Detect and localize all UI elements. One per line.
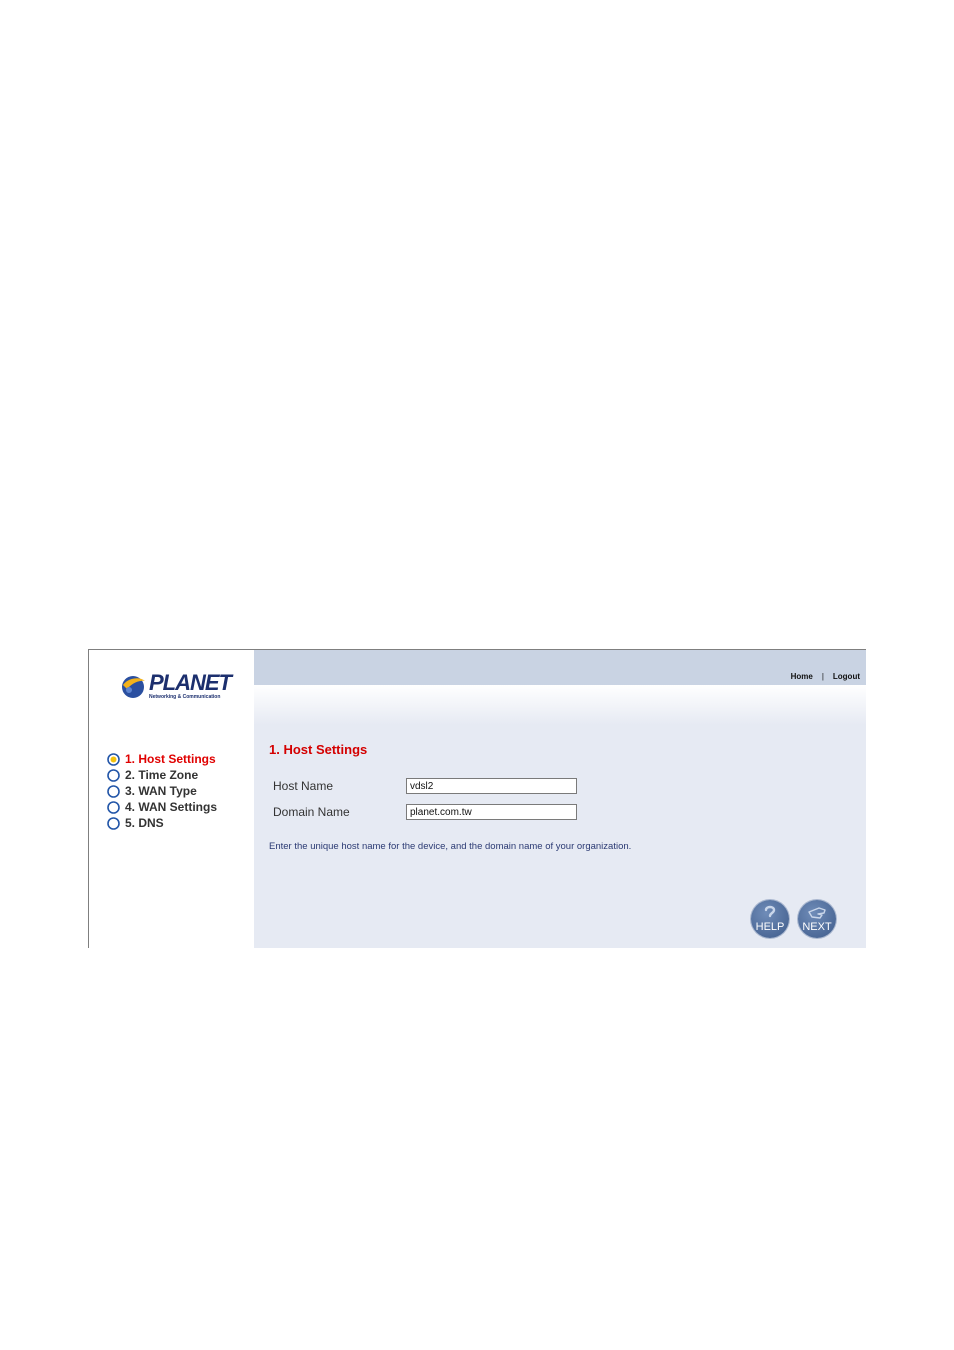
- radio-unselected-icon: [107, 784, 120, 798]
- domain-name-row: Domain Name: [273, 803, 577, 821]
- sidebar: PLANET Networking & Communication 1. Hos…: [89, 650, 254, 948]
- home-link[interactable]: Home: [791, 672, 813, 681]
- radio-unselected-icon: [107, 816, 120, 830]
- step-label: 4. WAN Settings: [125, 800, 218, 814]
- step-wan-settings[interactable]: 4. WAN Settings: [107, 799, 217, 815]
- help-text: Enter the unique host name for the devic…: [269, 841, 632, 852]
- help-button-label: HELP: [755, 921, 785, 933]
- brand-tagline: Networking & Communication: [149, 694, 221, 700]
- step-time-zone[interactable]: 2. Time Zone: [107, 767, 217, 783]
- header-bar: [254, 650, 866, 685]
- wizard-steps: 1. Host Settings 2. Time Zone 3. WAN Typ…: [107, 751, 217, 831]
- radio-unselected-icon: [107, 800, 120, 814]
- pointing-hand-icon: [808, 907, 826, 919]
- step-label: 5. DNS: [125, 816, 164, 830]
- page-title: 1. Host Settings: [269, 742, 368, 757]
- step-label: 3. WAN Type: [125, 784, 197, 798]
- radio-unselected-icon: [107, 768, 120, 782]
- next-button-label: NEXT: [802, 921, 832, 933]
- step-host-settings[interactable]: 1. Host Settings: [107, 751, 217, 767]
- help-button[interactable]: HELP: [751, 900, 789, 938]
- logout-link[interactable]: Logout: [833, 672, 860, 681]
- planet-logo: PLANET Networking & Communication: [119, 670, 232, 704]
- host-name-input[interactable]: [406, 778, 577, 794]
- step-wan-type[interactable]: 3. WAN Type: [107, 783, 217, 799]
- domain-name-input[interactable]: [406, 804, 577, 820]
- radio-selected-icon: [107, 752, 120, 766]
- header-links: Home | Logout: [791, 672, 860, 681]
- host-name-row: Host Name: [273, 777, 577, 795]
- step-label: 1. Host Settings: [125, 752, 216, 766]
- link-separator: |: [821, 672, 824, 681]
- router-wizard-frame: PLANET Networking & Communication 1. Hos…: [88, 649, 866, 948]
- planet-globe-icon: [122, 676, 145, 698]
- next-button[interactable]: NEXT: [798, 900, 836, 938]
- question-icon: [764, 905, 776, 918]
- brand-name: PLANET: [149, 670, 232, 695]
- main-panel: Home | Logout 1. Host Settings Host Name D…: [254, 650, 866, 948]
- header-fade: [254, 685, 866, 725]
- step-label: 2. Time Zone: [125, 768, 199, 782]
- host-name-label: Host Name: [273, 779, 334, 793]
- step-dns[interactable]: 5. DNS: [107, 815, 217, 831]
- domain-name-label: Domain Name: [273, 805, 350, 819]
